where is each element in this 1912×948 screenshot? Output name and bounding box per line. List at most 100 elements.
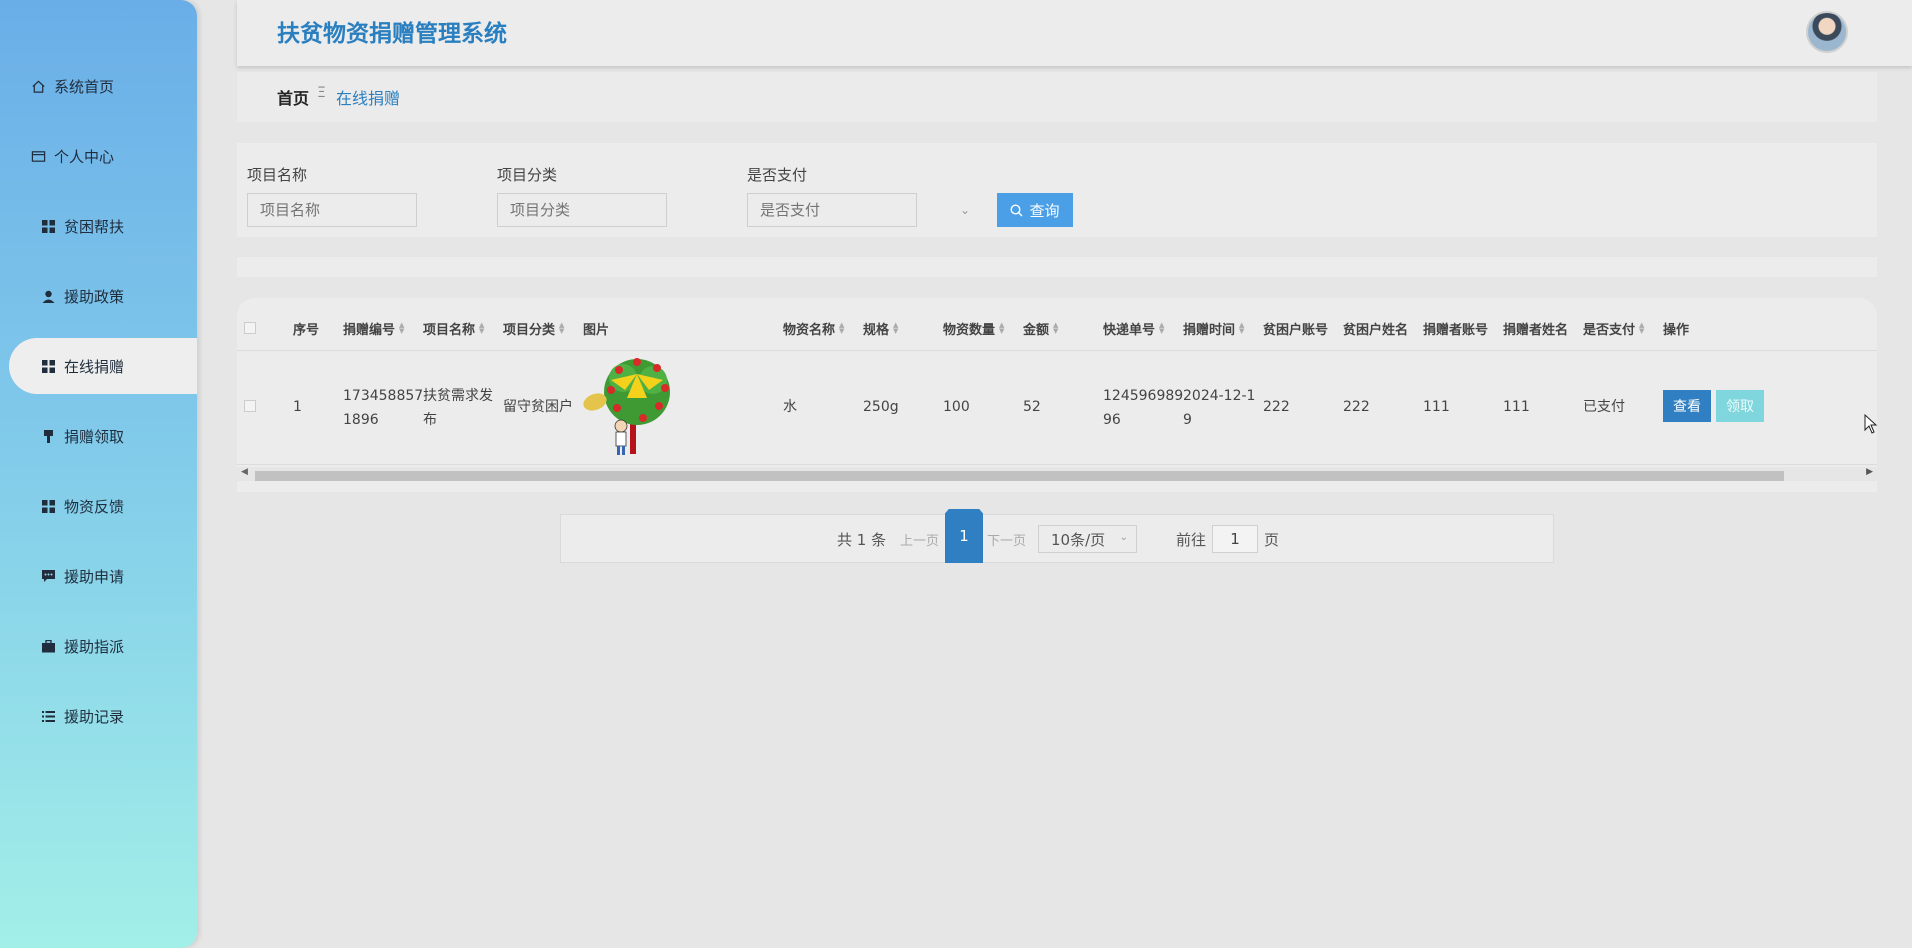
horizontal-scrollbar[interactable]: ◀ ▶ xyxy=(237,467,1877,481)
sort-icon[interactable]: ▲ ▼ xyxy=(399,322,407,335)
page-unit-label: 页 xyxy=(1264,531,1280,549)
grid-icon xyxy=(40,358,56,374)
page-number-current[interactable]: 1 xyxy=(945,509,983,563)
sidebar-item-personal-center[interactable]: 个人中心 xyxy=(0,128,197,184)
next-page-button[interactable]: 下一页 xyxy=(987,530,1026,549)
col-header: 贫困户账号 xyxy=(1263,322,1329,338)
sort-icon[interactable]: ▲ ▼ xyxy=(559,322,567,335)
breadcrumb-current: 在线捐赠 xyxy=(336,89,401,108)
sidebar-item-label: 贫困帮扶 xyxy=(64,217,125,236)
sidebar-item-label: 援助指派 xyxy=(64,637,125,656)
scroll-left-icon[interactable]: ◀ xyxy=(241,467,248,477)
col-header[interactable]: 捐赠编号 ▲ ▼ xyxy=(343,318,407,338)
col-header[interactable]: 项目分类 ▲ ▼ xyxy=(503,318,567,338)
breadcrumb-home[interactable]: 首页 xyxy=(277,85,309,109)
sort-icon[interactable]: ▲ ▼ xyxy=(1053,322,1061,335)
page-size-select[interactable]: 10条/页 ⌄ xyxy=(1038,525,1137,553)
cell-spec: 250g xyxy=(863,399,899,415)
project-category-label: 项目分类 xyxy=(497,166,558,184)
user-icon xyxy=(40,288,56,304)
col-header: 贫困户姓名 xyxy=(1343,322,1409,338)
marker-icon xyxy=(40,428,56,444)
col-header: 捐赠者姓名 xyxy=(1503,322,1569,338)
prev-page-button[interactable]: 上一页 xyxy=(900,530,939,549)
sort-icon[interactable]: ▲ ▼ xyxy=(1239,322,1247,335)
cell-donor-name: 111 xyxy=(1503,399,1530,415)
sort-icon[interactable]: ▲ ▼ xyxy=(479,322,487,335)
scroll-right-icon[interactable]: ▶ xyxy=(1866,467,1873,477)
briefcase-icon xyxy=(40,638,56,654)
page-size-value: 10条/页 xyxy=(1051,530,1106,549)
sidebar-item-label: 援助政策 xyxy=(64,287,125,306)
grid-icon xyxy=(40,498,56,514)
sidebar-item-label: 个人中心 xyxy=(54,147,115,166)
data-table: 序号 捐赠编号 ▲ ▼ 项目名称 ▲ ▼ 项目分类 ▲ ▼ 图片 物资名称 ▲ ▼ 规格 ▲ ▼ 物… xyxy=(237,298,1877,492)
search-panel: 项目名称 项目分类 是否支付 ⌄ 查询 xyxy=(237,143,1877,237)
sidebar-item-material-feedback[interactable]: 物资反馈 xyxy=(0,478,197,534)
sort-icon[interactable]: ▲ ▼ xyxy=(1159,322,1167,335)
row-checkbox[interactable] xyxy=(244,400,256,412)
view-button[interactable]: 查看 xyxy=(1663,390,1711,422)
paid-status-select[interactable] xyxy=(747,193,917,227)
sidebar: 系统首页 个人中心 贫困帮扶 援助政策 在线捐赠 捐赠领取 物资反馈 援助申请 … xyxy=(0,0,197,948)
chevron-down-icon[interactable]: ⌄ xyxy=(960,203,970,217)
sidebar-item-label: 援助申请 xyxy=(64,567,125,586)
col-header[interactable]: 项目名称 ▲ ▼ xyxy=(423,318,487,338)
cell-donor-account: 111 xyxy=(1423,399,1450,415)
cell-quantity: 100 xyxy=(943,399,970,415)
mouse-cursor-icon xyxy=(1864,413,1878,438)
project-category-input[interactable] xyxy=(497,193,667,227)
donation-tree-image xyxy=(583,356,683,460)
query-button[interactable]: 查询 xyxy=(997,193,1073,227)
chevron-down-icon: ⌄ xyxy=(1119,532,1128,543)
col-header[interactable]: 是否支付 ▲ ▼ xyxy=(1583,318,1647,338)
col-header[interactable]: 规格 ▲ ▼ xyxy=(863,318,901,338)
col-header[interactable]: 物资名称 ▲ ▼ xyxy=(783,318,847,338)
col-header: 操作 xyxy=(1663,322,1690,338)
scrollbar-thumb[interactable] xyxy=(255,471,1784,481)
sidebar-item-home[interactable]: 系统首页 xyxy=(0,58,197,114)
select-all-checkbox[interactable] xyxy=(244,322,256,334)
cell-project-name: 扶贫需求发布 xyxy=(423,388,493,428)
search-icon xyxy=(1010,203,1023,217)
cell-donation-no: 173458857 1896 xyxy=(343,388,424,428)
col-header[interactable]: 捐赠时间 ▲ ▼ xyxy=(1183,318,1247,338)
claim-button[interactable]: 领取 xyxy=(1716,390,1764,422)
sidebar-item-online-donation[interactable]: 在线捐赠 xyxy=(9,338,197,394)
sidebar-item-aid-assignment[interactable]: 援助指派 xyxy=(0,618,197,674)
sidebar-item-aid-policy[interactable]: 援助政策 xyxy=(0,268,197,324)
pagination-total: 共 1 条 xyxy=(837,531,887,549)
col-header: 图片 xyxy=(583,322,610,338)
sidebar-item-poverty-help[interactable]: 贫困帮扶 xyxy=(0,198,197,254)
query-button-label: 查询 xyxy=(1029,201,1060,220)
col-header[interactable]: 金额 ▲ ▼ xyxy=(1023,318,1061,338)
sidebar-item-aid-application[interactable]: 援助申请 xyxy=(0,548,197,604)
sort-icon[interactable]: ▲ ▼ xyxy=(1639,322,1647,335)
wallet-icon xyxy=(30,148,46,164)
breadcrumb: 首页 Ξ 在线捐赠 xyxy=(237,72,1877,122)
cell-poor-name: 222 xyxy=(1343,399,1370,415)
sidebar-item-label: 系统首页 xyxy=(54,77,115,96)
col-header[interactable]: 物资数量 ▲ ▼ xyxy=(943,318,1007,338)
divider xyxy=(237,464,1877,465)
sort-icon[interactable]: ▲ ▼ xyxy=(893,322,901,335)
home-icon xyxy=(30,78,46,94)
sort-icon[interactable]: ▲ ▼ xyxy=(839,322,847,335)
project-name-input[interactable] xyxy=(247,193,417,227)
col-header[interactable]: 快递单号 ▲ ▼ xyxy=(1103,318,1167,338)
goto-page-input[interactable]: 1 xyxy=(1212,525,1258,553)
avatar[interactable] xyxy=(1806,11,1848,53)
sidebar-item-label: 捐赠领取 xyxy=(64,427,125,446)
sidebar-item-aid-records[interactable]: 援助记录 xyxy=(0,688,197,744)
sidebar-item-donation-claim[interactable]: 捐赠领取 xyxy=(0,408,197,464)
col-header: 序号 xyxy=(293,322,320,338)
sidebar-item-label: 物资反馈 xyxy=(64,497,125,516)
sort-icon[interactable]: ▲ ▼ xyxy=(999,322,1007,335)
toolbar-strip xyxy=(237,257,1877,277)
divider xyxy=(237,350,1877,351)
cell-material: 水 xyxy=(783,399,797,415)
col-header: 捐赠者账号 xyxy=(1423,322,1489,338)
sidebar-item-label: 在线捐赠 xyxy=(64,357,125,376)
paid-status-label: 是否支付 xyxy=(747,166,808,184)
cell-amount: 52 xyxy=(1023,399,1041,415)
